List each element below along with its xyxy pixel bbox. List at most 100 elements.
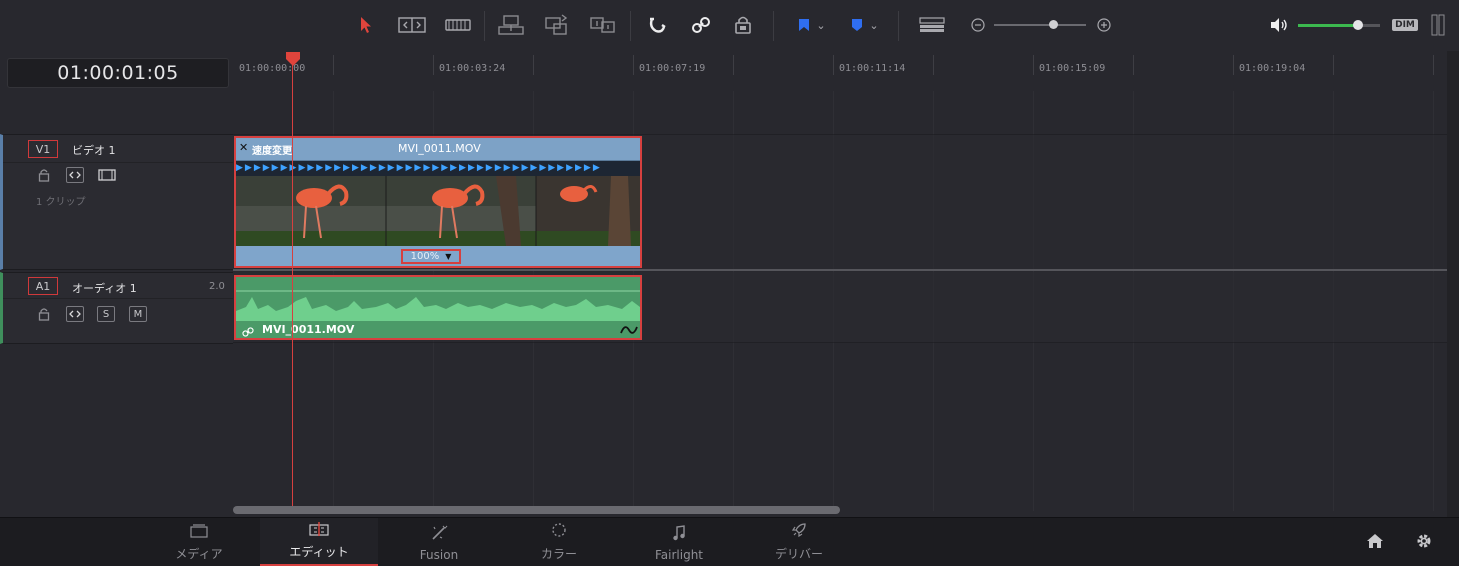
audio-clip-name: MVI_0011.MOV (262, 323, 355, 336)
page-tab-color[interactable]: カラー (500, 518, 618, 566)
fairlight-icon (672, 525, 686, 544)
audio-channel-format: 2.0 (209, 281, 225, 292)
mute-button[interactable]: M (129, 306, 147, 322)
edit-icon (309, 522, 329, 539)
video-track-name[interactable]: ビデオ 1 (72, 142, 116, 158)
ruler-label: 01:00:07:19 (639, 63, 706, 74)
page-tab-fusion[interactable]: Fusion (380, 518, 498, 566)
lock-track-icon[interactable] (37, 307, 51, 321)
linked-selection-icon[interactable] (690, 12, 712, 38)
timeline-view-icon[interactable] (918, 12, 946, 38)
ruler-tick (633, 55, 634, 75)
insert-icon[interactable] (497, 12, 525, 38)
page-tab-label: Fairlight (654, 548, 704, 562)
ruler-tick (733, 55, 734, 75)
page-tab-deliver[interactable]: デリバー (740, 518, 858, 566)
ruler-tick (1033, 55, 1034, 75)
solo-button[interactable]: S (97, 306, 115, 322)
close-icon[interactable]: ✕ (239, 141, 248, 154)
page-tab-label: エディット (289, 545, 349, 559)
page-tab-media[interactable]: メディア (140, 518, 258, 566)
track-visibility-icon[interactable] (98, 168, 116, 182)
flag-icon (799, 19, 810, 31)
video-clip-header: ✕ 速度変更 MVI_0011.MOV (236, 138, 640, 161)
timecode-display[interactable]: 01:00:01:05 (7, 58, 229, 88)
gear-icon[interactable] (1415, 532, 1433, 554)
blade-icon[interactable] (444, 12, 472, 38)
audio-meter-icon (1430, 12, 1446, 38)
play-arrows-icon: ▶▶▶▶▶▶▶▶▶▶▶▶▶▶▶▶▶▶▶▶▶▶▶▶▶▶▶▶▶▶▶▶▶▶▶▶▶▶▶▶… (236, 163, 602, 173)
dim-label: DIM (1392, 19, 1418, 31)
playhead-line[interactable] (292, 56, 293, 506)
ruler-tick (433, 55, 434, 75)
vertical-scrollbar[interactable] (1447, 51, 1459, 517)
marker-dropdown[interactable]: ⌄ (846, 12, 884, 38)
select-icon[interactable] (356, 12, 376, 38)
audio-clip[interactable]: MVI_0011.MOV (234, 275, 642, 340)
video-clip-name: MVI_0011.MOV (398, 142, 481, 155)
ruler-tick (333, 55, 334, 75)
ruler-tick (833, 55, 834, 75)
page-tab-edit[interactable]: エディット (260, 518, 378, 566)
speed-change-badge: 速度変更 (252, 146, 292, 157)
home-icon[interactable] (1366, 533, 1384, 553)
volume-icon[interactable] (1268, 12, 1290, 38)
audio-clip-footer: MVI_0011.MOV (236, 321, 640, 338)
video-track-header[interactable]: V1 ビデオ 1 1 クリップ (0, 134, 236, 270)
timeline-ruler[interactable]: 01:00:00:00 01:00:03:24 01:00:07:19 01:0… (233, 51, 1447, 92)
volume-slider[interactable] (1298, 12, 1380, 38)
curve-editor-icon[interactable] (620, 322, 638, 341)
ruler-tick (1433, 55, 1434, 75)
clip-count: 1 クリップ (36, 197, 86, 208)
speed-value: 100% (410, 251, 440, 262)
track-headers: V1 ビデオ 1 1 クリップ A1 オーディオ 1 2.0 S M (0, 91, 236, 517)
deliver-icon (791, 522, 807, 541)
playhead-icon[interactable] (285, 51, 301, 71)
ruler-label: 01:00:19:04 (1239, 63, 1306, 74)
link-icon (242, 323, 254, 342)
speed-dropdown[interactable]: 100% ▼ (401, 249, 461, 264)
chevron-down-icon: ⌄ (816, 18, 826, 32)
toolbar-separator (630, 11, 631, 41)
ruler-tick (933, 55, 934, 75)
volume-slider-handle[interactable] (1353, 19, 1363, 30)
auto-select-icon[interactable] (66, 306, 84, 322)
ruler-tick (1233, 55, 1234, 75)
zoom-out-icon[interactable] (970, 12, 986, 38)
dropdown-arrow-icon: ▼ (445, 252, 452, 261)
zoom-slider[interactable] (994, 12, 1086, 38)
toolbar-separator (898, 11, 899, 41)
speed-arrows: ▶▶▶▶▶▶▶▶▶▶▶▶▶▶▶▶▶▶▶▶▶▶▶▶▶▶▶▶▶▶▶▶▶▶▶▶▶▶▶▶… (236, 161, 640, 176)
dim-button[interactable]: DIM (1392, 12, 1418, 38)
ruler-tick (1333, 55, 1334, 75)
overwrite-icon[interactable] (543, 12, 571, 38)
zoom-in-icon[interactable] (1096, 12, 1112, 38)
timecode-panel: 01:00:01:05 (0, 51, 233, 91)
media-icon (190, 524, 208, 541)
position-lock-icon[interactable] (733, 12, 753, 38)
flamingo-thumbnail-strip (236, 176, 640, 246)
page-tab-label: メディア (175, 547, 223, 561)
flag-dropdown[interactable]: ⌄ (793, 12, 831, 38)
page-navigation-bar: メディア エディット Fusion カラー Fairlight デリバー (0, 517, 1459, 566)
auto-select-icon[interactable] (66, 167, 84, 183)
video-clip[interactable]: ✕ 速度変更 MVI_0011.MOV ▶▶▶▶▶▶▶▶▶▶▶▶▶▶▶▶▶▶▶▶… (234, 136, 642, 268)
audio-track-name[interactable]: オーディオ 1 (72, 280, 137, 296)
track-tag-a1[interactable]: A1 (28, 277, 58, 295)
trim-icon[interactable] (397, 12, 427, 38)
page-tab-label: カラー (540, 547, 577, 561)
zoom-slider-handle[interactable] (1049, 20, 1058, 29)
replace-icon[interactable] (588, 12, 618, 38)
snapping-icon[interactable] (646, 12, 668, 38)
audio-track-header[interactable]: A1 オーディオ 1 2.0 S M (0, 272, 236, 344)
track-tag-v1[interactable]: V1 (28, 140, 58, 158)
ruler-label: 01:00:15:09 (1039, 63, 1106, 74)
chevron-down-icon: ⌄ (869, 18, 879, 32)
ruler-tick (1133, 55, 1134, 75)
page-tab-fairlight[interactable]: Fairlight (620, 518, 738, 566)
horizontal-scrollbar[interactable] (233, 506, 840, 514)
lock-track-icon[interactable] (37, 168, 51, 182)
ruler-label: 01:00:03:24 (439, 63, 506, 74)
page-tab-label: Fusion (419, 548, 459, 562)
page-tab-label: デリバー (774, 547, 823, 561)
